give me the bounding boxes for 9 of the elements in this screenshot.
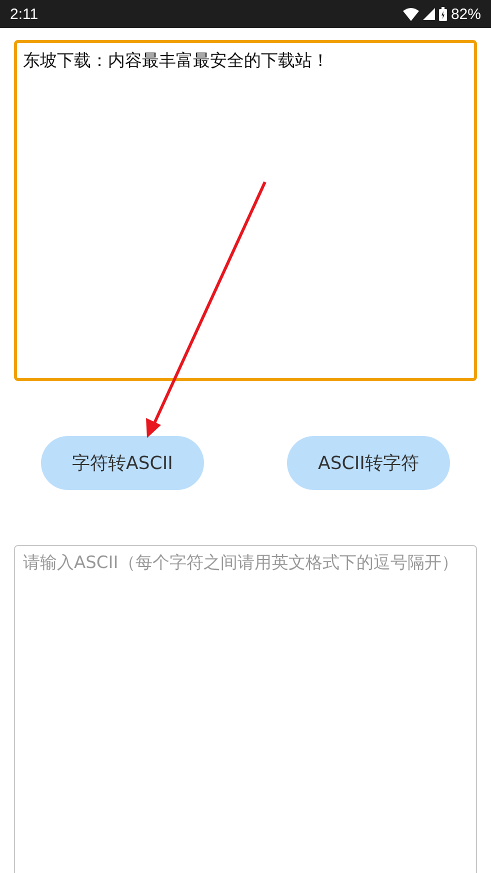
ascii-input-field[interactable]: 请输入ASCII（每个字符之间请用英文格式下的逗号隔开） [14, 545, 477, 873]
convert-button[interactable]: ASCII转字符 [287, 436, 450, 490]
text-input-field[interactable]: 东坡下载：内容最丰富最安全的下载站！ [14, 40, 477, 381]
wifi-icon [402, 8, 419, 20]
signal-icon [422, 8, 435, 20]
battery-level: 82% [450, 6, 481, 22]
battery-icon [438, 7, 447, 21]
clock: 2:11 [10, 6, 38, 22]
convert-button[interactable]: 字符转ASCII [41, 436, 204, 490]
